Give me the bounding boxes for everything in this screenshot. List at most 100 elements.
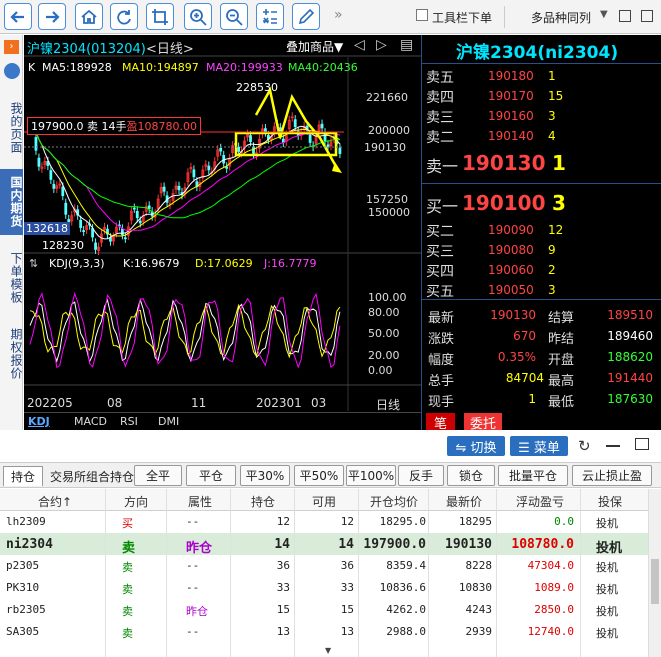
scroll-down-icon[interactable]: ▼ xyxy=(325,646,331,655)
col-hedge[interactable]: 投保 xyxy=(594,493,626,510)
low-price-label: 128230 xyxy=(42,239,84,252)
tab-ticks[interactable]: 笔 xyxy=(426,413,456,430)
ask-price[interactable]: 190130 xyxy=(462,151,546,175)
close-30-button[interactable]: 平30% xyxy=(240,465,290,486)
tab-orders[interactable]: 委托 xyxy=(464,413,503,430)
multi-product-select[interactable]: 多品种同列 xyxy=(531,9,591,26)
tab-positions[interactable]: 持仓 xyxy=(3,466,43,486)
table-row[interactable]: ni2304 卖 昨仓 14 14 197900.0 190130 108780.0 投机 xyxy=(0,533,648,556)
table-row[interactable]: lh2309 买 -- 12 12 18295.0 18295 0.0 投机 xyxy=(0,511,648,533)
contract-cell: PK310 xyxy=(6,581,40,594)
cloud-stop-button[interactable]: 云止损止盈 xyxy=(572,465,652,486)
menu-button[interactable]: ☰ 菜单 xyxy=(510,436,568,456)
scrollbar-thumb[interactable] xyxy=(651,559,659,604)
window-maximize-icon[interactable] xyxy=(641,10,653,22)
col-contract[interactable]: 合约↑ xyxy=(30,493,80,510)
bid-price[interactable]: 190080 xyxy=(488,243,534,257)
close-all-button[interactable]: 全平 xyxy=(134,465,182,486)
candle-body xyxy=(82,230,86,233)
direction-cell: 卖 xyxy=(122,541,136,556)
pnl-cell: 12740.0 xyxy=(527,625,574,638)
kline-chart[interactable]: 沪镍2304(013204) <日线> 叠加商品▼ ◁ ▷ ▤ K MA5:18… xyxy=(24,35,421,430)
position-box[interactable]: 197900.0 卖 14手盈108780.00 xyxy=(27,117,201,135)
home-icon[interactable] xyxy=(75,3,103,30)
contract-cell: SA305 xyxy=(6,625,40,638)
pen-draw-icon[interactable] xyxy=(292,3,320,30)
table-row[interactable]: SA305 卖 -- 13 13 2988.0 2939 12740.0 投机 xyxy=(0,621,648,643)
col-float-pnl[interactable]: 浮动盈亏 xyxy=(508,493,572,510)
tab-kdj[interactable]: KDJ xyxy=(28,415,50,428)
available-cell: 13 xyxy=(340,625,354,638)
bid-price[interactable]: 190050 xyxy=(488,283,534,297)
toolbar-order-checkbox[interactable] xyxy=(416,9,428,21)
book-divider xyxy=(422,63,661,64)
tab-dmi[interactable]: DMI xyxy=(158,415,179,428)
nav-my-page[interactable]: 我的页面 xyxy=(0,97,23,159)
tab-exchange-combo[interactable]: 交易所组合持仓 xyxy=(50,466,142,486)
ma-line xyxy=(29,123,341,237)
crop-icon[interactable] xyxy=(146,3,174,30)
add-product-dropdown[interactable]: 叠加商品▼ xyxy=(286,38,343,55)
close-100-button[interactable]: 平100% xyxy=(346,465,396,486)
window-restore-icon[interactable] xyxy=(619,10,631,22)
candle-body xyxy=(135,210,139,219)
candle-body xyxy=(162,186,166,192)
settings-gear-icon[interactable] xyxy=(4,63,20,79)
ask-price[interactable]: 190160 xyxy=(488,109,534,123)
toolbar-order-label[interactable]: 工具栏下单 xyxy=(432,9,492,26)
candle-body xyxy=(61,186,65,197)
kdj-refresh-icon[interactable]: ⇅ xyxy=(29,257,38,270)
table-row[interactable]: rb2305 卖 昨仓 15 15 4262.0 4243 2850.0 投机 xyxy=(0,599,648,621)
zoom-in-icon[interactable] xyxy=(184,3,212,30)
bid-price[interactable]: 190100 xyxy=(462,191,546,215)
forward-arrow-icon[interactable] xyxy=(38,3,66,30)
zoom-out-icon[interactable] xyxy=(220,3,248,30)
chart-layout-icon[interactable]: ▤ xyxy=(400,37,413,53)
ask-price[interactable]: 190140 xyxy=(488,129,534,143)
switch-button[interactable]: ⇋ 切换 xyxy=(447,436,505,456)
minimize-icon[interactable] xyxy=(606,445,620,447)
bid-price[interactable]: 190090 xyxy=(488,223,534,237)
refresh-icon[interactable] xyxy=(110,3,138,30)
tab-macd[interactable]: MACD xyxy=(74,415,107,428)
ma20-label: MA20:199933 xyxy=(206,61,283,74)
col-attribute[interactable]: 属性 xyxy=(180,493,220,510)
lock-button[interactable]: 锁仓 xyxy=(447,465,495,486)
batch-close-button[interactable]: 批量平仓 xyxy=(498,465,568,486)
calculator-icon[interactable] xyxy=(256,3,284,30)
col-open-avg[interactable]: 开仓均价 xyxy=(364,493,424,510)
contract-cell: p2305 xyxy=(6,559,40,572)
nav-option-quotes[interactable]: 期权报价 xyxy=(0,323,23,385)
open-avg-cell: 197900.0 xyxy=(363,537,426,552)
ask-price[interactable]: 190170 xyxy=(488,89,534,103)
positions-scrollbar[interactable] xyxy=(648,489,661,657)
ask-price[interactable]: 190180 xyxy=(488,69,534,83)
close-button[interactable]: 平仓 xyxy=(186,465,236,486)
back-arrow-icon[interactable] xyxy=(4,3,32,30)
stat-label-2: 昨结 xyxy=(548,332,575,347)
collapse-arrow-icon[interactable]: › xyxy=(4,40,19,54)
bid-volume: 2 xyxy=(548,263,556,277)
maximize-icon[interactable] xyxy=(635,438,649,450)
more-tools-icon[interactable]: » xyxy=(334,7,343,23)
bid-price[interactable]: 190060 xyxy=(488,263,534,277)
table-row[interactable]: PK310 卖 -- 33 33 10836.6 10830 1089.0 投机 xyxy=(0,577,648,599)
col-position[interactable]: 持仓 xyxy=(245,493,281,510)
chart-prev-icon[interactable]: ◁ xyxy=(354,37,365,53)
col-available[interactable]: 可用 xyxy=(306,493,342,510)
position-cell: 12 xyxy=(276,515,290,528)
tab-rsi[interactable]: RSI xyxy=(120,415,138,428)
col-direction[interactable]: 方向 xyxy=(116,493,156,510)
nav-domestic-futures[interactable]: 国内期货 xyxy=(0,169,23,235)
table-row[interactable]: p2305 卖 -- 36 36 8359.4 8228 47304.0 投机 xyxy=(0,555,648,577)
nav-order-template[interactable]: 下单模板 xyxy=(0,245,23,311)
x-unit: 日线 xyxy=(376,398,401,412)
x-label-2: 11 xyxy=(191,396,207,410)
refresh-icon[interactable]: ↻ xyxy=(578,437,591,455)
close-50-button[interactable]: 平50% xyxy=(294,465,344,486)
col-last-price[interactable]: 最新价 xyxy=(440,493,488,510)
reverse-button[interactable]: 反手 xyxy=(398,465,444,486)
chart-next-icon[interactable]: ▷ xyxy=(376,37,387,53)
chart-period[interactable]: <日线> xyxy=(146,38,194,57)
chevron-down-icon[interactable]: ▼ xyxy=(600,9,608,20)
